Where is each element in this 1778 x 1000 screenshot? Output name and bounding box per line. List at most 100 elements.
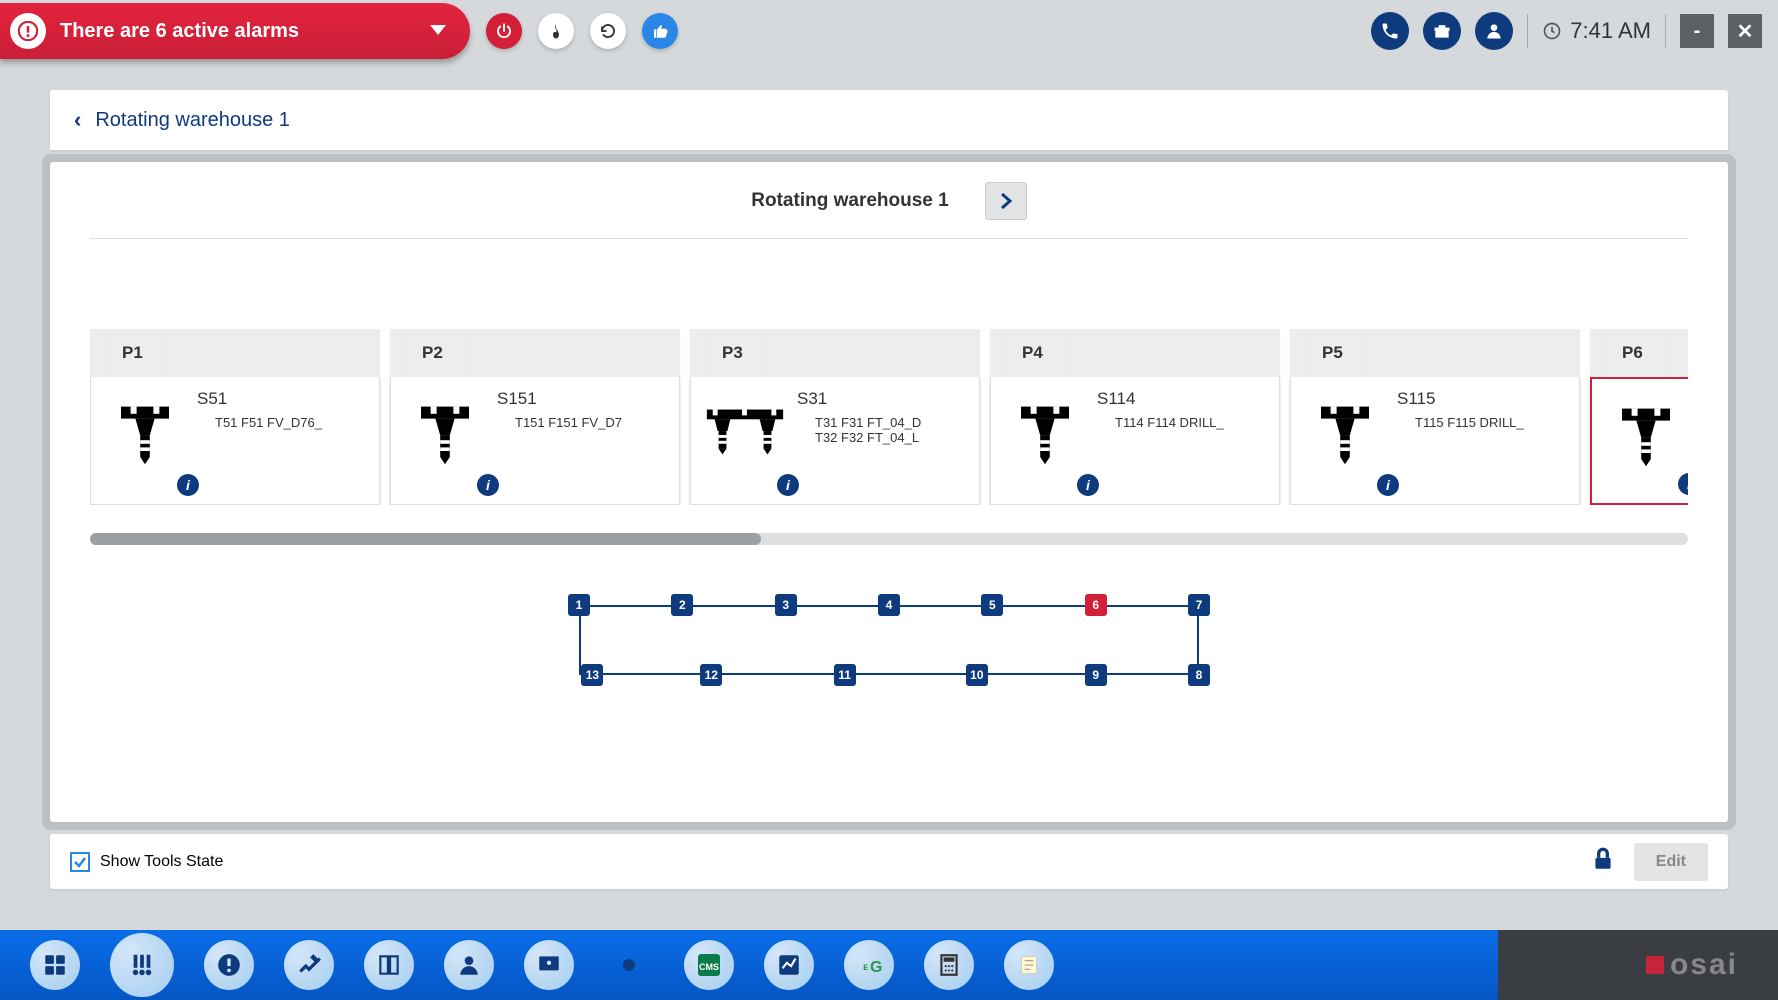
power-button[interactable] [486, 13, 522, 49]
breadcrumb-title: Rotating warehouse 1 [95, 109, 290, 132]
scrollbar-thumb[interactable] [90, 533, 761, 545]
taskbar-dot-button[interactable] [604, 940, 654, 990]
alarm-icon [10, 13, 46, 49]
taskbar-notes-button[interactable] [1004, 940, 1054, 990]
tool-info: S115T115 F115 DRILL_ [1397, 389, 1569, 492]
user-button[interactable] [1475, 12, 1513, 50]
lock-icon [1590, 846, 1616, 877]
position-node[interactable]: 8 [1188, 664, 1210, 686]
divider [1527, 14, 1528, 48]
info-icon[interactable]: i [1678, 473, 1688, 495]
clock-time: 7:41 AM [1570, 18, 1651, 44]
tool-card[interactable]: P2S151T151 F151 FV_D7i [390, 329, 680, 505]
info-icon[interactable]: i [777, 474, 799, 496]
position-label: P1 [106, 329, 166, 377]
tool-name: S31 [797, 389, 969, 409]
position-node[interactable]: 10 [966, 664, 988, 686]
refresh-button[interactable] [590, 13, 626, 49]
taskbar-layout-button[interactable] [364, 940, 414, 990]
alarm-text: There are 6 active alarms [60, 20, 412, 43]
show-tools-state-checkbox[interactable]: Show Tools State [70, 852, 223, 872]
tool-card[interactable]: P4 S114 T114 F114 DRILL_i [990, 329, 1280, 505]
position-node[interactable]: 4 [878, 594, 900, 616]
position-label: P5 [1306, 329, 1366, 377]
bottom-bar: Show Tools State Edit [50, 834, 1728, 889]
phone-button[interactable] [1371, 12, 1409, 50]
position-node[interactable]: 2 [671, 594, 693, 616]
brand-square-icon [1646, 956, 1664, 974]
drill-icon [401, 389, 489, 477]
tool-detail-list: T114 F114 DRILL_ [1097, 415, 1269, 430]
taskbar-user-button[interactable] [444, 940, 494, 990]
edit-button[interactable]: Edit [1634, 843, 1708, 881]
horizontal-scrollbar[interactable] [90, 533, 1688, 545]
position-node[interactable]: 6 [1085, 594, 1107, 616]
position-node[interactable]: 11 [834, 664, 856, 686]
taskbar-eg-button[interactable]: ᴇG [844, 940, 894, 990]
thumbsup-button[interactable] [642, 13, 678, 49]
info-icon[interactable]: i [1377, 474, 1399, 496]
drill-icon [1001, 389, 1089, 477]
drill-icon [1301, 389, 1389, 477]
position-node[interactable]: 5 [981, 594, 1003, 616]
content: ‹ Rotating warehouse 1 Rotating warehous… [50, 90, 1728, 910]
info-icon[interactable]: i [1077, 474, 1099, 496]
tool-card[interactable]: P1 S51 T51 F51 FV_D76_i [90, 329, 380, 505]
position-node[interactable]: 12 [700, 664, 722, 686]
taskbar-monitor-button[interactable] [524, 940, 574, 990]
tool-info: S31 T31 F31 FT_04_DT32 F32 FT_04_L [797, 389, 969, 492]
taskbar-apps-button[interactable] [30, 940, 80, 990]
taskbar-tools-button[interactable] [110, 933, 174, 997]
svg-text:CMS: CMS [699, 962, 719, 972]
position-node[interactable]: 9 [1085, 664, 1107, 686]
position-label-row: P4 [990, 329, 1280, 377]
position-node[interactable]: 3 [775, 594, 797, 616]
tool-detail-list: T115 F115 DRILL_ [1397, 415, 1569, 430]
back-chevron-icon[interactable]: ‹ [74, 107, 81, 133]
taskbar-alarm-button[interactable] [204, 940, 254, 990]
top-bar: There are 6 active alarms 7:41 AM - [0, 0, 1778, 62]
info-icon[interactable]: i [177, 474, 199, 496]
panel-header: Rotating warehouse 1 [90, 182, 1688, 239]
fire-button[interactable] [538, 13, 574, 49]
position-label-row: P1 [90, 329, 380, 377]
svg-text:G: G [870, 959, 882, 976]
taskbar-calculator-button[interactable] [924, 940, 974, 990]
position-label: P6 [1606, 329, 1666, 377]
taskbar-cms-button[interactable]: CMS [684, 940, 734, 990]
toolbox-button[interactable] [1423, 12, 1461, 50]
tool-card-body: i [1590, 377, 1688, 505]
tool-card[interactable]: P6 i [1590, 329, 1688, 505]
tool-card[interactable]: P3S31T31 F31 FT_04_DT32 F32 FT_04_Li [690, 329, 980, 505]
position-node[interactable]: 7 [1188, 594, 1210, 616]
tool-card[interactable]: P5 S115T115 F115 DRILL_i [1290, 329, 1580, 505]
tool-name: S51 [197, 389, 369, 409]
tool-card-body: S31 T31 F31 FT_04_DT32 F32 FT_04_Li [690, 377, 980, 505]
tool-detail-line: T114 F114 DRILL_ [1115, 415, 1269, 430]
tool-detail-line: T51 F51 FV_D76_ [215, 415, 369, 430]
taskbar-settings-button[interactable] [284, 940, 334, 990]
close-button[interactable]: ✕ [1728, 14, 1762, 48]
position-label-row: P5 [1290, 329, 1580, 377]
info-icon[interactable]: i [477, 474, 499, 496]
alarm-dropdown[interactable]: There are 6 active alarms [0, 3, 470, 59]
position-schematic: 12345671312111098 [569, 595, 1209, 685]
tool-detail-line: T31 F31 FT_04_D [815, 415, 969, 430]
position-node[interactable]: 1 [568, 594, 590, 616]
tool-detail-list: T31 F31 FT_04_DT32 F32 FT_04_L [797, 415, 969, 445]
position-label: P4 [1006, 329, 1066, 377]
position-label: P2 [406, 329, 466, 377]
drill-icon [101, 389, 189, 477]
breadcrumb-bar: ‹ Rotating warehouse 1 [50, 90, 1728, 150]
next-warehouse-button[interactable] [985, 182, 1027, 220]
brand-text: osai [1670, 948, 1738, 982]
taskbar: CMS ᴇG osai [0, 930, 1778, 1000]
position-node[interactable]: 13 [581, 664, 603, 686]
minimize-button[interactable]: - [1680, 14, 1714, 48]
tool-name: S151 [497, 389, 669, 409]
tool-info: S114 T114 F114 DRILL_ [1097, 389, 1269, 492]
checkbox-label: Show Tools State [100, 853, 223, 871]
taskbar-chart-button[interactable] [764, 940, 814, 990]
tool-name: S114 [1097, 389, 1269, 409]
tool-detail-list: T51 F51 FV_D76_ [197, 415, 369, 430]
